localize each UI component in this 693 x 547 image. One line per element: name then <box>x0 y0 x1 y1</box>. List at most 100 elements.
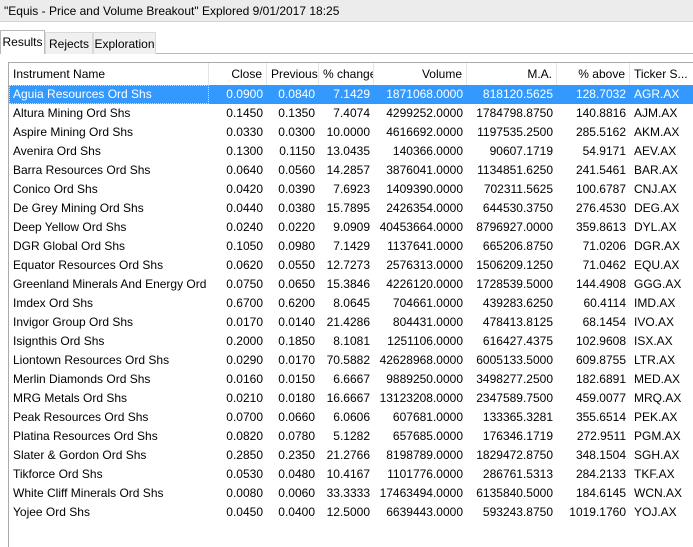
cell-percent-above: 241.5461 <box>575 163 626 177</box>
cell-instrument-name: Conico Ord Shs <box>13 182 98 196</box>
cell-instrument-name: Merlin Diamonds Ord Shs <box>13 372 151 386</box>
table-row[interactable]: Isignthis Ord Shs 0.2000 0.1850 8.1081 12511… <box>9 332 693 351</box>
cell-ticker-symbol: LTR.AX <box>634 353 676 367</box>
cell-close: 0.0450 <box>226 505 263 519</box>
tab-rejects[interactable]: Rejects <box>45 32 93 54</box>
cell-previous: 0.0390 <box>278 182 315 196</box>
cell-close: 0.0440 <box>226 201 263 215</box>
cell-instrument-name: Altura Mining Ord Shs <box>13 106 131 120</box>
cell-percent-above: 272.9511 <box>576 429 626 443</box>
table-row[interactable]: DGR Global Ord Shs 0.1050 0.0980 7.1429 1137… <box>9 237 693 256</box>
cell-percent-above: 182.6891 <box>575 372 626 386</box>
cell-instrument-name: Aguia Resources Ord Shs <box>13 87 152 101</box>
cell-moving-average: 1506209.1250 <box>476 258 553 272</box>
cell-previous: 0.0300 <box>278 125 315 139</box>
table-row[interactable]: Aspire Mining Ord Shs 0.0330 0.0300 10.0000… <box>9 123 693 142</box>
table-row[interactable]: Yojee Ord Shs 0.0450 0.0400 12.5000 6639443.… <box>9 503 693 522</box>
table-row[interactable]: Deep Yellow Ord Shs 0.0240 0.0220 9.0909 404… <box>9 218 693 237</box>
column-header-moving-average[interactable]: M.A. <box>467 63 557 85</box>
cell-close: 0.0210 <box>226 391 263 405</box>
table-row[interactable]: Barra Resources Ord Shs 0.0640 0.0560 14.28… <box>9 161 693 180</box>
column-header-instrument-name[interactable]: Instrument Name <box>9 63 209 85</box>
cell-percent-above: 348.1504 <box>575 448 626 462</box>
cell-close: 0.0160 <box>226 372 263 386</box>
cell-moving-average: 2347589.7500 <box>476 391 553 405</box>
table-row[interactable]: De Grey Mining Ord Shs 0.0440 0.0380 15.789… <box>9 199 693 218</box>
cell-ticker-symbol: ISX.AX <box>634 334 673 348</box>
results-grid[interactable]: Instrument Name Close Previous% change Volu… <box>8 62 693 547</box>
column-header-previous[interactable]: Previous <box>267 63 319 85</box>
cell-percent-change: 7.1429 <box>333 87 370 101</box>
cell-moving-average: 133365.3281 <box>482 410 553 424</box>
table-row[interactable]: Imdex Ord Shs 0.6700 0.6200 8.0645 704661.00… <box>9 294 693 313</box>
cell-volume: 804431.0000 <box>392 315 463 329</box>
table-row[interactable]: Merlin Diamonds Ord Shs 0.0160 0.0150 6.666… <box>9 370 693 389</box>
table-row[interactable]: Tikforce Ord Shs 0.0530 0.0480 10.4167 11017… <box>9 465 693 484</box>
cell-previous: 0.0140 <box>278 315 315 329</box>
cell-instrument-name: Deep Yellow Ord Shs <box>13 220 127 234</box>
cell-close: 0.0820 <box>226 429 263 443</box>
column-header-percent-above[interactable]: % above <box>557 63 630 85</box>
cell-close: 0.1300 <box>226 144 263 158</box>
cell-instrument-name: Equator Resources Ord Shs <box>13 258 164 272</box>
cell-percent-above: 144.4908 <box>575 277 626 291</box>
cell-percent-change: 9.0909 <box>333 220 370 234</box>
cell-close: 0.6700 <box>226 296 263 310</box>
cell-close: 0.1050 <box>226 239 263 253</box>
table-row[interactable]: Conico Ord Shs 0.0420 0.0390 7.6923 1409390.… <box>9 180 693 199</box>
cell-percent-above: 102.9608 <box>575 334 626 348</box>
cell-moving-average: 3498277.2500 <box>476 372 553 386</box>
cell-percent-change: 13.0435 <box>326 144 370 158</box>
column-header-close[interactable]: Close <box>209 63 267 85</box>
cell-percent-change: 10.4167 <box>326 467 370 481</box>
cell-ticker-symbol: GGG.AX <box>634 277 682 291</box>
table-row[interactable]: Altura Mining Ord Shs 0.1450 0.1350 7.4074 4… <box>9 104 693 123</box>
cell-close: 0.0640 <box>226 163 263 177</box>
table-row[interactable]: Avenira Ord Shs 0.1300 0.1150 13.0435 140366… <box>9 142 693 161</box>
cell-percent-above: 71.0462 <box>582 258 626 272</box>
cell-moving-average: 1197535.2500 <box>477 125 553 139</box>
cell-previous: 0.0780 <box>278 429 315 443</box>
table-row[interactable]: Peak Resources Ord Shs 0.0700 0.0660 6.0606… <box>9 408 693 427</box>
tab-exploration[interactable]: Exploration <box>93 32 156 54</box>
cell-ticker-symbol: DYL.AX <box>634 220 677 234</box>
column-header-volume[interactable]: Volume <box>374 63 467 85</box>
cell-previous: 0.0660 <box>278 410 315 424</box>
table-row[interactable]: Greenland Minerals And Energy Ord Shs 0.0… <box>9 275 693 294</box>
table-row[interactable]: White Cliff Minerals Ord Shs 0.0080 0.0060… <box>9 484 693 503</box>
tab-results[interactable]: Results <box>0 30 45 54</box>
cell-moving-average: 286761.5313 <box>482 467 553 481</box>
cell-volume: 2426354.0000 <box>386 201 463 215</box>
cell-volume: 13123208.0000 <box>379 391 463 405</box>
cell-moving-average: 1829472.8750 <box>476 448 553 462</box>
cell-percent-change: 8.1081 <box>333 334 370 348</box>
cell-volume: 4299252.0000 <box>386 106 463 120</box>
cell-ticker-symbol: YOJ.AX <box>634 505 677 519</box>
cell-ticker-symbol: IMD.AX <box>634 296 676 310</box>
cell-percent-above: 140.8816 <box>575 106 626 120</box>
cell-previous: 0.0150 <box>278 372 315 386</box>
table-row[interactable]: Invigor Group Ord Shs 0.0170 0.0140 21.4286… <box>9 313 693 332</box>
cell-percent-change: 5.1282 <box>333 429 370 443</box>
cell-volume: 17463494.0000 <box>379 486 463 500</box>
cell-close: 0.0080 <box>226 486 263 500</box>
table-row[interactable]: Platina Resources Ord Shs 0.0820 0.0780 5.1… <box>9 427 693 446</box>
cell-previous: 0.0550 <box>278 258 315 272</box>
cell-percent-above: 609.8755 <box>575 353 626 367</box>
column-header-ticker-symbol[interactable]: Ticker S... <box>630 63 693 85</box>
table-row[interactable]: Aguia Resources Ord Shs 0.0900 0.0840 7.142… <box>9 85 693 104</box>
column-header-percent-change[interactable]: % change <box>319 63 374 85</box>
table-row[interactable]: Liontown Resources Ord Shs 0.0290 0.0170 70… <box>9 351 693 370</box>
cell-instrument-name: Peak Resources Ord Shs <box>13 410 149 424</box>
table-row[interactable]: Equator Resources Ord Shs 0.0620 0.0550 12.… <box>9 256 693 275</box>
table-row[interactable]: Slater & Gordon Ord Shs 0.2850 0.2350 21.27… <box>9 446 693 465</box>
table-row[interactable]: MRG Metals Ord Shs 0.0210 0.0180 16.6667 131… <box>9 389 693 408</box>
cell-previous: 0.0560 <box>278 163 315 177</box>
cell-percent-change: 12.7273 <box>326 258 370 272</box>
cell-moving-average: 176346.1719 <box>482 429 553 443</box>
cell-volume: 607681.0000 <box>392 410 463 424</box>
cell-percent-above: 68.1454 <box>582 315 626 329</box>
results-panel: Instrument Name Close Previous% change Volu… <box>0 54 693 547</box>
cell-percent-above: 285.5162 <box>575 125 626 139</box>
cell-instrument-name: MRG Metals Ord Shs <box>13 391 128 405</box>
